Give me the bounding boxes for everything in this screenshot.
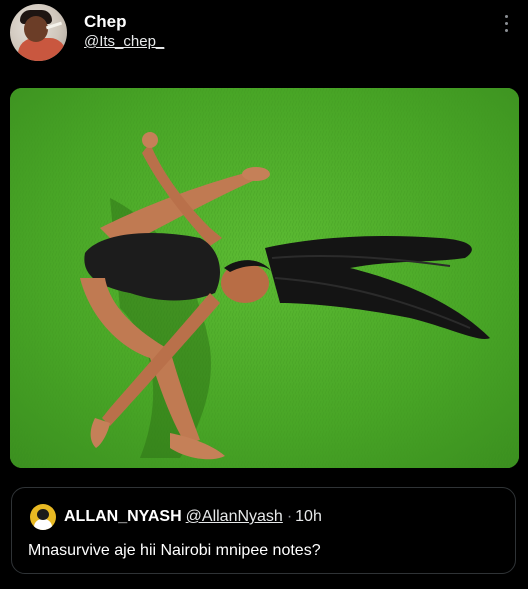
quoted-author-name[interactable]: ALLAN_NYASH <box>64 508 182 525</box>
author-avatar[interactable] <box>10 4 67 61</box>
quoted-author-avatar[interactable] <box>30 504 56 530</box>
quoted-avatar-head <box>37 509 49 520</box>
avatar-shirt <box>18 38 66 61</box>
figure-hand-top <box>142 132 158 148</box>
avatar-face <box>24 16 48 42</box>
quoted-post[interactable]: ALLAN_NYASH @AllanNyash · 10h Mnasurvive aj… <box>11 487 516 574</box>
post-header: Chep @Its_chep_ <box>0 0 528 70</box>
post-page: Chep @Its_chep_ ALLAN_NYASH @AllanNyash … <box>0 0 528 589</box>
quoted-avatar-body <box>34 519 52 530</box>
photo-illustration <box>10 88 519 468</box>
quoted-post-meta: ALLAN_NYASH @AllanNyash · 10h <box>64 508 322 526</box>
post-photo[interactable] <box>10 88 519 468</box>
quoted-post-text: Mnasurvive aje hii Nairobi mnipee notes? <box>28 542 321 559</box>
figure-foot-raised <box>242 167 270 181</box>
more-vertical-icon[interactable] <box>500 15 512 37</box>
author-display-name[interactable]: Chep <box>84 12 127 32</box>
meta-separator: · <box>286 508 293 525</box>
author-handle[interactable]: @Its_chep_ <box>84 33 164 50</box>
quoted-author-handle[interactable]: @AllanNyash <box>186 508 283 525</box>
quoted-post-time[interactable]: 10h <box>295 508 322 525</box>
